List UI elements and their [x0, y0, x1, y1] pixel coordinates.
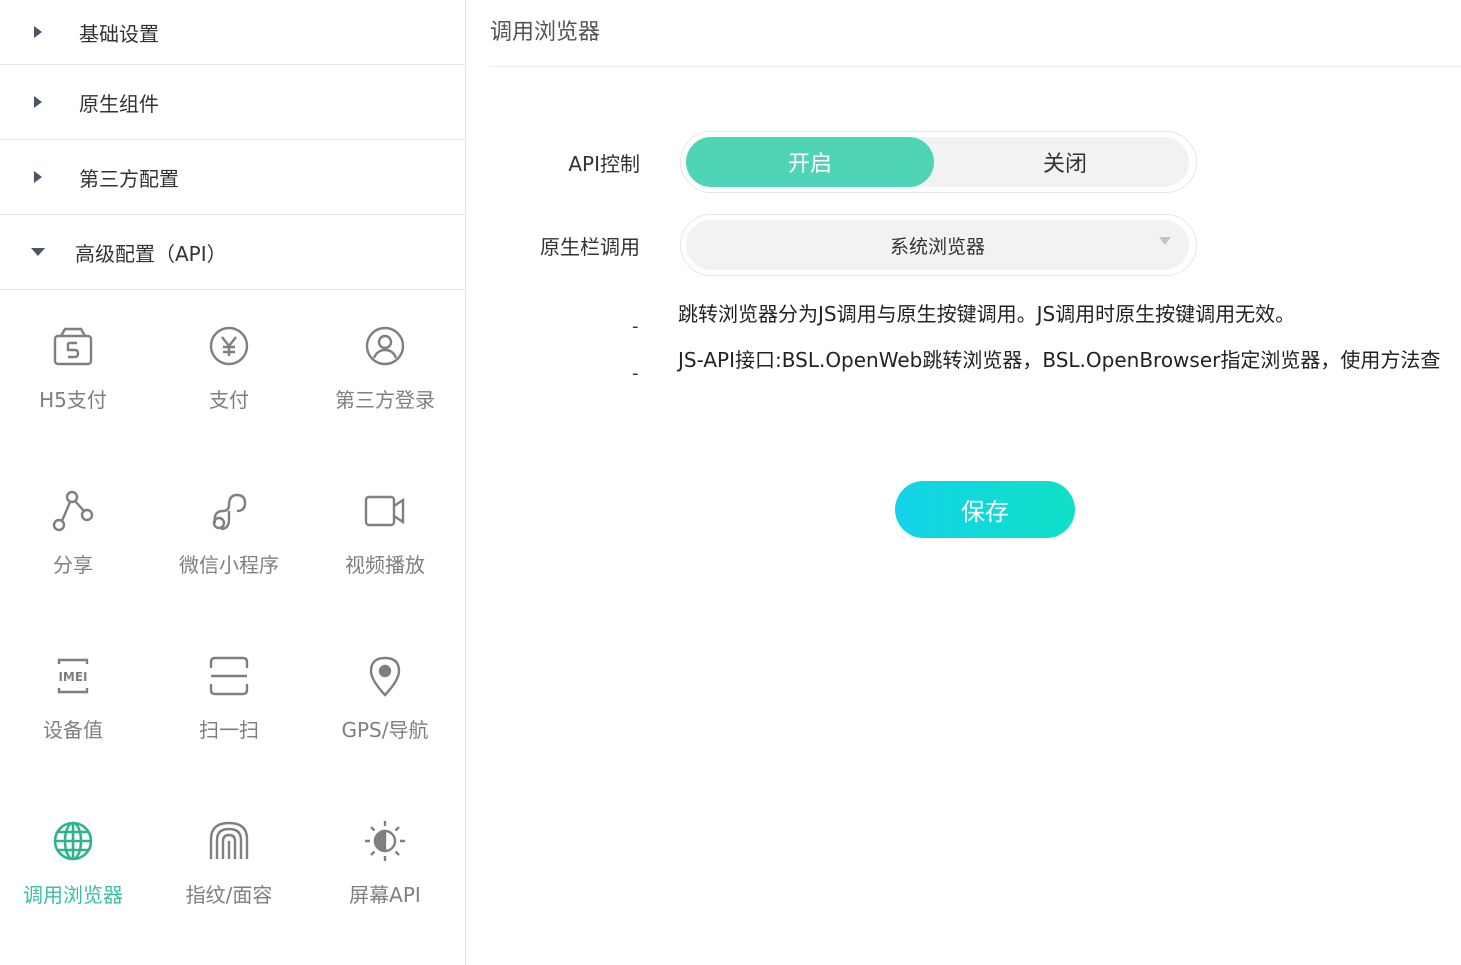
sidebar-section-native-components[interactable]: 原生组件 — [0, 65, 465, 140]
sidebar-section-label: 第三方配置 — [79, 166, 179, 191]
sidebar-section-third-party-config[interactable]: 第三方配置 — [0, 140, 465, 215]
share-icon — [51, 489, 95, 533]
grid-item-label: H5支付 — [39, 388, 107, 412]
sidebar-section-basic-settings[interactable]: 基础设置 — [0, 0, 465, 65]
grid-item-label: 扫一扫 — [199, 718, 259, 742]
fingerprint-icon — [207, 819, 251, 863]
grid-item-video-play[interactable]: 视频播放 — [307, 455, 463, 585]
grid-item-third-party-login[interactable]: 第三方登录 — [307, 290, 463, 420]
note-bullet: - — [632, 363, 639, 384]
sidebar-section-label: 基础设置 — [79, 21, 159, 46]
api-control-toggle-track: 开启 关闭 — [686, 137, 1189, 187]
chevron-down-icon — [1159, 237, 1171, 245]
user-icon — [363, 324, 407, 368]
grid-item-label: 屏幕API — [349, 883, 421, 907]
location-pin-icon — [363, 654, 407, 698]
grid-item-h5-pay[interactable]: H5支付 — [0, 290, 151, 420]
caret-right-icon — [34, 26, 42, 38]
native-bar-label: 原生栏调用 — [540, 235, 640, 259]
caret-right-icon — [34, 171, 42, 183]
sidebar: 基础设置 原生组件 第三方配置 高级配置（API） H5支付 支付 第三方登录 … — [0, 0, 466, 965]
scan-icon — [207, 654, 251, 698]
globe-icon — [51, 819, 95, 863]
grid-item-label: 设备值 — [43, 718, 103, 742]
yen-icon — [207, 324, 251, 368]
grid-item-label: 支付 — [209, 388, 249, 412]
caret-right-icon — [34, 96, 42, 108]
grid-item-device-value[interactable]: IMEI 设备值 — [0, 620, 151, 750]
grid-item-label: 调用浏览器 — [23, 883, 123, 907]
svg-text:IMEI: IMEI — [58, 670, 87, 684]
brightness-icon — [363, 819, 407, 863]
grid-item-label: GPS/导航 — [341, 718, 429, 742]
mini-program-icon — [207, 489, 251, 533]
save-button[interactable]: 保存 — [895, 481, 1075, 538]
grid-item-label: 分享 — [53, 553, 93, 577]
sidebar-section-label: 高级配置（API） — [75, 241, 227, 266]
video-icon — [363, 489, 407, 533]
grid-item-gps-navigation[interactable]: GPS/导航 — [307, 620, 463, 750]
api-control-off-button[interactable]: 关闭 — [941, 137, 1189, 187]
sidebar-section-label: 原生组件 — [79, 91, 159, 116]
grid-item-label: 指纹/面容 — [185, 883, 273, 907]
imei-icon: IMEI — [51, 654, 95, 698]
grid-item-scan[interactable]: 扫一扫 — [151, 620, 307, 750]
grid-item-fingerprint-face[interactable]: 指纹/面容 — [151, 785, 307, 915]
grid-item-pay[interactable]: 支付 — [151, 290, 307, 420]
grid-item-call-browser[interactable]: 调用浏览器 — [0, 785, 151, 915]
grid-item-screen-api[interactable]: 屏幕API — [307, 785, 463, 915]
api-control-label: API控制 — [568, 152, 640, 176]
title-divider — [490, 66, 1461, 67]
note-line-1: 跳转浏览器分为JS调用与原生按键调用。JS调用时原生按键调用无效。 — [678, 302, 1296, 326]
h5-pay-icon — [51, 324, 95, 368]
grid-item-share[interactable]: 分享 — [0, 455, 151, 585]
native-bar-select-value: 系统浏览器 — [686, 220, 1189, 270]
grid-item-wechat-mini-program[interactable]: 微信小程序 — [151, 455, 307, 585]
api-control-toggle: 开启 关闭 — [680, 131, 1197, 193]
main-panel: 调用浏览器 API控制 开启 关闭 原生栏调用 系统浏览器 - 跳转浏览器分为J… — [490, 0, 1461, 965]
sidebar-section-advanced-config[interactable]: 高级配置（API） — [0, 215, 465, 290]
grid-item-label: 视频播放 — [345, 553, 425, 577]
grid-item-label: 第三方登录 — [335, 388, 435, 412]
native-bar-select[interactable]: 系统浏览器 — [680, 214, 1197, 276]
api-control-on-button[interactable]: 开启 — [686, 137, 934, 187]
note-line-2: JS-API接口:BSL.OpenWeb跳转浏览器，BSL.OpenBrowse… — [678, 348, 1441, 372]
note-bullet: - — [632, 316, 639, 337]
caret-down-icon — [31, 248, 45, 256]
page-title: 调用浏览器 — [490, 20, 601, 45]
grid-item-label: 微信小程序 — [179, 553, 279, 577]
